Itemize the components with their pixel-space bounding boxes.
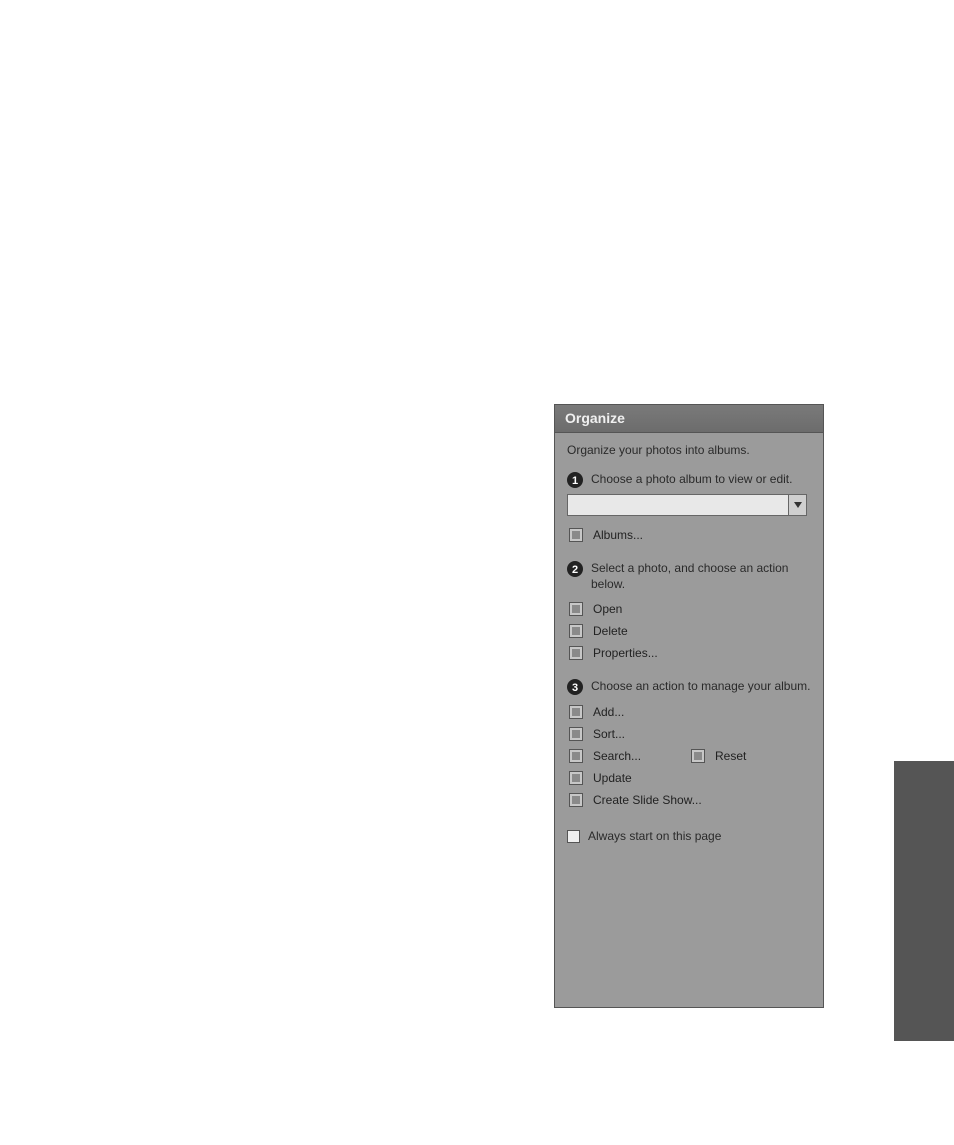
slideshow-icon <box>569 793 583 807</box>
properties-icon <box>569 646 583 660</box>
update-label: Update <box>593 771 632 785</box>
sort-label: Sort... <box>593 727 625 741</box>
step-2-section: 2 Select a photo, and choose an action b… <box>567 560 811 664</box>
open-label: Open <box>593 602 622 616</box>
step-1-head: 1 Choose a photo album to view or edit. <box>567 471 811 488</box>
open-icon <box>569 602 583 616</box>
update-option[interactable]: Update <box>567 767 811 789</box>
always-start-row[interactable]: Always start on this page <box>567 829 811 843</box>
search-icon <box>569 749 583 763</box>
svg-text:3: 3 <box>572 682 578 694</box>
panel-title: Organize <box>555 405 823 433</box>
properties-label: Properties... <box>593 646 658 660</box>
sort-icon <box>569 727 583 741</box>
step-1-number-icon: 1 <box>567 472 583 488</box>
step-3-head: 3 Choose an action to manage your album. <box>567 678 811 695</box>
step-1-section: 1 Choose a photo album to view or edit. … <box>567 471 811 546</box>
add-option[interactable]: Add... <box>567 701 811 723</box>
chevron-down-icon <box>794 502 802 508</box>
step-1-text: Choose a photo album to view or edit. <box>591 471 792 487</box>
step-3-text: Choose an action to manage your album. <box>591 678 810 694</box>
albums-label: Albums... <box>593 528 643 542</box>
svg-text:1: 1 <box>572 475 578 487</box>
slideshow-label: Create Slide Show... <box>593 793 702 807</box>
search-option[interactable]: Search... <box>567 745 689 767</box>
album-dropdown[interactable] <box>567 494 807 516</box>
album-dropdown-button[interactable] <box>788 495 806 515</box>
step-2-number-icon: 2 <box>567 561 583 577</box>
add-label: Add... <box>593 705 624 719</box>
reset-label: Reset <box>715 749 746 763</box>
panel-body: Organize your photos into albums. 1 Choo… <box>555 433 823 855</box>
step-3-number-icon: 3 <box>567 679 583 695</box>
open-option[interactable]: Open <box>567 598 811 620</box>
album-dropdown-value <box>568 495 788 515</box>
svg-text:2: 2 <box>572 564 578 576</box>
delete-label: Delete <box>593 624 628 638</box>
delete-icon <box>569 624 583 638</box>
properties-option[interactable]: Properties... <box>567 642 811 664</box>
delete-option[interactable]: Delete <box>567 620 811 642</box>
add-icon <box>569 705 583 719</box>
step-3-section: 3 Choose an action to manage your album.… <box>567 678 811 811</box>
search-label: Search... <box>593 749 641 763</box>
step-2-text: Select a photo, and choose an action bel… <box>591 560 811 592</box>
albums-option[interactable]: Albums... <box>567 524 811 546</box>
slideshow-option[interactable]: Create Slide Show... <box>567 789 811 811</box>
always-start-checkbox[interactable] <box>567 830 580 843</box>
reset-option[interactable]: Reset <box>689 745 811 767</box>
update-icon <box>569 771 583 785</box>
always-start-label: Always start on this page <box>588 829 721 843</box>
panel-intro: Organize your photos into albums. <box>567 443 811 457</box>
sort-option[interactable]: Sort... <box>567 723 811 745</box>
step-2-head: 2 Select a photo, and choose an action b… <box>567 560 811 592</box>
search-reset-row: Search... Reset <box>567 745 811 767</box>
reset-icon <box>691 749 705 763</box>
organize-panel: Organize Organize your photos into album… <box>554 404 824 1008</box>
albums-icon <box>569 528 583 542</box>
page-edge-tab <box>894 761 954 1041</box>
